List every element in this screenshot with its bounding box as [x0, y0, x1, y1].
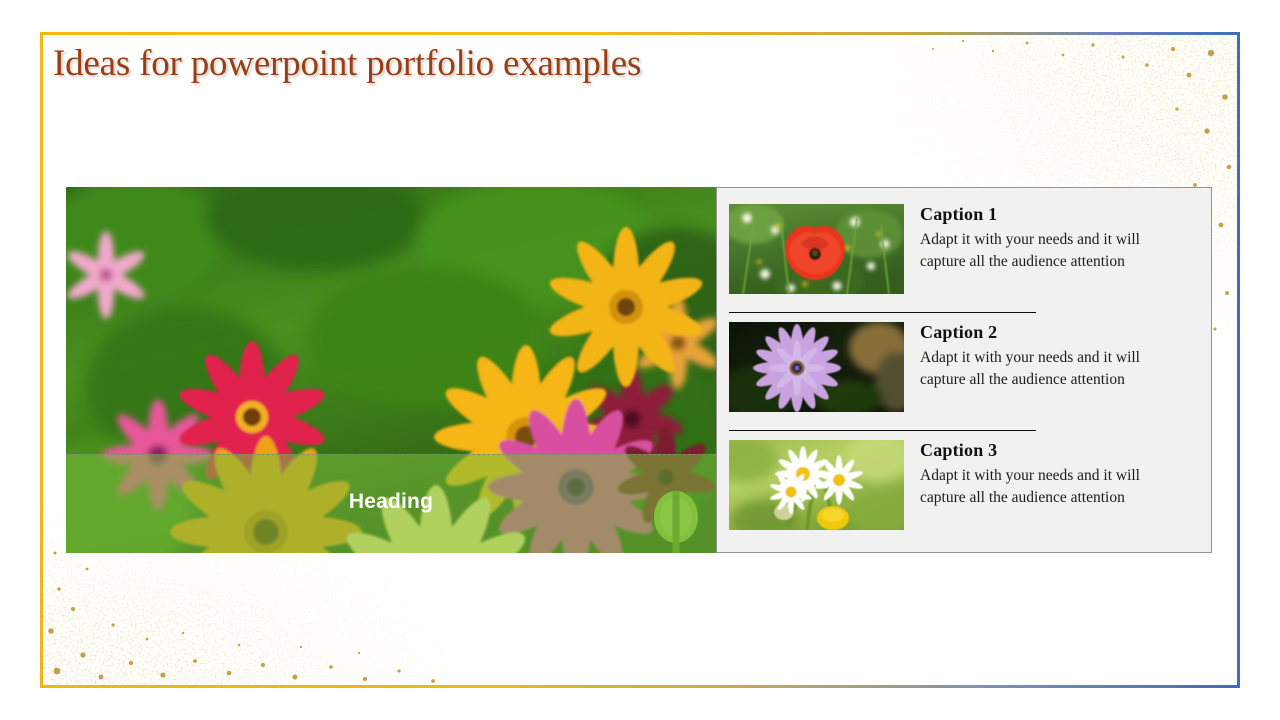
caption-divider-1: [729, 312, 1036, 313]
frame-top-edge: [40, 32, 1240, 35]
caption-title-2: Caption 2: [920, 322, 998, 342]
caption-body-2: Adapt it with your needs and it will cap…: [920, 348, 1140, 388]
hero-heading-band[interactable]: Heading: [66, 454, 716, 553]
caption-thumbnail-2[interactable]: [729, 322, 904, 412]
purple-flower-photo: [729, 322, 904, 412]
caption-item-3[interactable]: Caption 3 Adapt it with your needs and i…: [729, 440, 1193, 540]
page-title: Ideas for powerpoint portfolio examples: [53, 43, 642, 84]
red-poppy-photo: [729, 204, 904, 294]
caption-thumbnail-3[interactable]: [729, 440, 904, 530]
frame-bottom-edge: [40, 685, 1240, 688]
caption-divider-2: [729, 430, 1036, 431]
caption-text-3: Caption 3 Adapt it with your needs and i…: [920, 440, 1193, 509]
hero-image-block[interactable]: Heading: [66, 187, 716, 553]
caption-title-1: Caption 1: [920, 204, 998, 224]
caption-item-1[interactable]: Caption 1 Adapt it with your needs and i…: [729, 204, 1193, 304]
caption-text-1: Caption 1 Adapt it with your needs and i…: [920, 204, 1193, 273]
slide-canvas: Ideas for powerpoint portfolio examples: [0, 0, 1280, 720]
caption-body-3: Adapt it with your needs and it will cap…: [920, 466, 1140, 506]
caption-title-3: Caption 3: [920, 440, 998, 460]
frame-right-edge: [1237, 32, 1240, 688]
caption-text-2: Caption 2 Adapt it with your needs and i…: [920, 322, 1193, 391]
frame-left-edge: [40, 32, 43, 688]
content-area: Heading Caption 1 Adapt it with your nee…: [66, 187, 1212, 553]
hero-heading-label: Heading: [348, 490, 434, 513]
white-daisy-photo: [729, 440, 904, 530]
caption-item-2[interactable]: Caption 2 Adapt it with your needs and i…: [729, 322, 1193, 422]
caption-panel: Caption 1 Adapt it with your needs and i…: [716, 187, 1212, 553]
caption-body-1: Adapt it with your needs and it will cap…: [920, 230, 1140, 270]
caption-thumbnail-1[interactable]: [729, 204, 904, 294]
